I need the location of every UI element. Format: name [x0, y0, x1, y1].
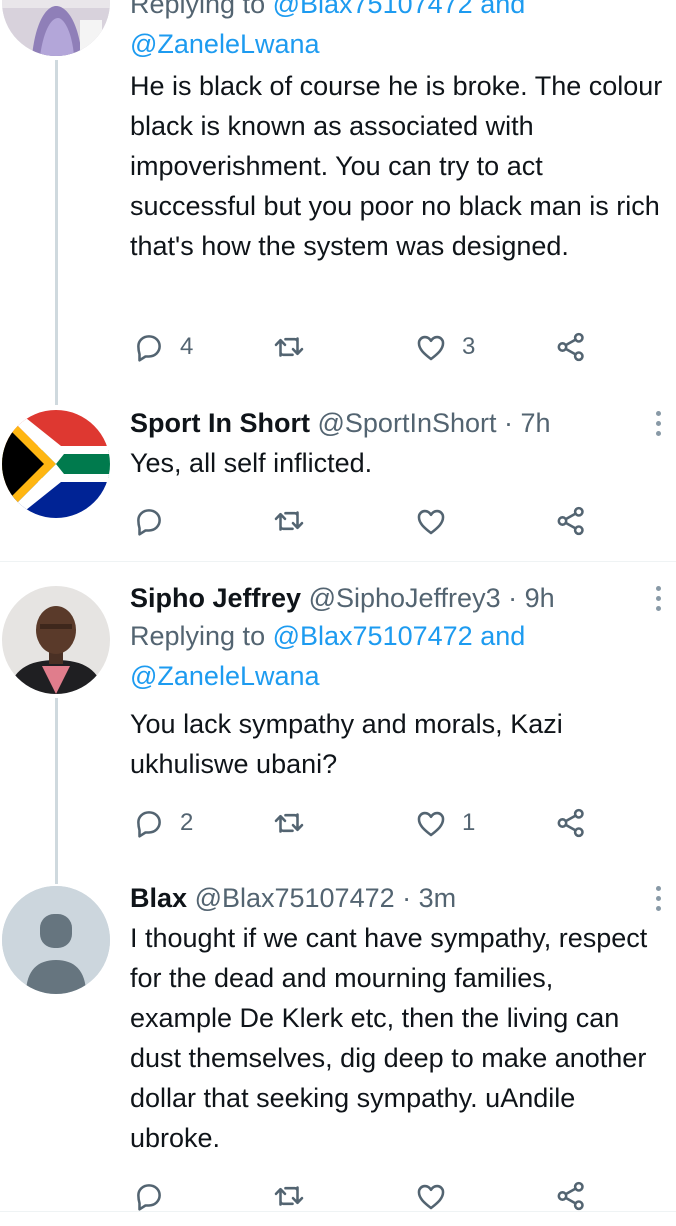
- reply-and: and: [480, 0, 526, 19]
- divider: [0, 1211, 676, 1212]
- thread-line: [55, 698, 58, 884]
- tweet-actions: [130, 1176, 610, 1216]
- separator-dot: ·: [508, 583, 518, 613]
- heart-icon: [417, 811, 445, 837]
- reply-icon: [137, 335, 161, 362]
- like-count: 1: [462, 809, 476, 836]
- reply-and: and: [480, 621, 526, 651]
- tweet-header: Blax @Blax75107472 · 3m: [130, 880, 676, 916]
- retweet-icon: [274, 511, 304, 531]
- retweet-icon: [274, 813, 304, 833]
- south-africa-flag-avatar: [2, 410, 110, 518]
- tweet-4[interactable]: Blax @Blax75107472 · 3m I thought if we …: [0, 862, 676, 1226]
- display-name[interactable]: Sport In Short: [130, 408, 310, 438]
- tweet-2[interactable]: Sport In Short @SportInShort · 7h Yes, a…: [0, 385, 676, 560]
- share-button[interactable]: [554, 327, 588, 367]
- share-icon: [557, 506, 584, 536]
- user-photo: [2, 586, 110, 694]
- share-button[interactable]: [554, 803, 588, 843]
- more-options-button[interactable]: [648, 580, 668, 616]
- avatar[interactable]: [2, 586, 110, 694]
- retweet-icon: [274, 337, 304, 357]
- mention-link[interactable]: @Blax75107472: [273, 0, 473, 19]
- mention-link[interactable]: @Blax75107472: [273, 621, 473, 651]
- default-profile-icon: [2, 886, 110, 994]
- reply-icon: [137, 811, 161, 838]
- display-name[interactable]: Sipho Jeffrey: [130, 583, 301, 613]
- like-button[interactable]: 3: [414, 327, 475, 367]
- more-vertical-icon: [655, 410, 661, 416]
- avatar[interactable]: [2, 886, 110, 994]
- heart-icon: [417, 335, 445, 361]
- share-icon: [557, 1181, 584, 1211]
- reply-count: 2: [180, 809, 194, 836]
- timestamp[interactable]: 3m: [419, 883, 457, 913]
- retweet-button[interactable]: [272, 501, 320, 541]
- user-handle[interactable]: @SportInShort: [318, 408, 497, 438]
- tweet-actions: 4 3: [130, 327, 610, 367]
- user-handle[interactable]: @SiphoJeffrey3: [309, 583, 501, 613]
- share-button[interactable]: [554, 501, 588, 541]
- retweet-button[interactable]: [272, 327, 320, 367]
- like-button[interactable]: [414, 501, 462, 541]
- mention-link[interactable]: @ZaneleLwana: [130, 661, 320, 691]
- user-photo: [2, 0, 110, 56]
- reply-button[interactable]: 4: [132, 327, 193, 367]
- more-vertical-icon: [655, 885, 661, 891]
- more-options-button[interactable]: [648, 880, 668, 916]
- tweet-actions: [130, 501, 610, 541]
- separator-dot: ·: [402, 883, 412, 913]
- avatar[interactable]: [2, 0, 110, 56]
- more-options-button[interactable]: [648, 405, 668, 441]
- share-button[interactable]: [554, 1176, 588, 1216]
- user-handle[interactable]: @Blax75107472: [195, 883, 395, 913]
- like-count: 3: [462, 333, 476, 360]
- tweet-header: Sipho Jeffrey @SiphoJeffrey3 · 9h: [130, 580, 676, 616]
- reply-button[interactable]: 2: [132, 803, 193, 843]
- tweet-text: I thought if we cant have sympathy, resp…: [130, 923, 648, 1153]
- replying-to: Replying to @Blax75107472 and @ZaneleLwa…: [130, 0, 676, 64]
- tweet-text: Yes, all self inflicted.: [130, 448, 373, 478]
- mention-link[interactable]: @ZaneleLwana: [130, 29, 320, 59]
- avatar[interactable]: [2, 410, 110, 518]
- like-button[interactable]: [414, 1176, 462, 1216]
- share-icon: [557, 332, 584, 362]
- reply-icon: [137, 1184, 161, 1211]
- tweet-text: You lack sympathy and morals, Kazi ukhul…: [130, 709, 563, 779]
- like-button[interactable]: 1: [414, 803, 475, 843]
- timestamp[interactable]: 7h: [521, 408, 551, 438]
- tweet-text: He is black of course he is broke. The c…: [130, 71, 663, 261]
- reply-button[interactable]: [132, 501, 180, 541]
- reply-count: 4: [180, 333, 194, 360]
- retweet-icon: [274, 1186, 304, 1206]
- tweet-actions: 2 1: [130, 803, 610, 843]
- replying-to: Replying to @Blax75107472 and @ZaneleLwa…: [130, 616, 676, 696]
- thread-line: [55, 60, 58, 405]
- timestamp[interactable]: 9h: [525, 583, 555, 613]
- reply-icon: [137, 509, 161, 536]
- separator-dot: ·: [504, 408, 514, 438]
- reply-button[interactable]: [132, 1176, 180, 1216]
- retweet-button[interactable]: [272, 803, 320, 843]
- retweet-button[interactable]: [272, 1176, 320, 1216]
- heart-icon: [417, 1184, 445, 1210]
- replying-to-label: Replying to: [130, 621, 266, 651]
- tweet-1[interactable]: Replying to @Blax75107472 and @ZaneleLwa…: [0, 0, 676, 405]
- display-name[interactable]: Blax: [130, 883, 187, 913]
- share-icon: [557, 808, 584, 838]
- tweet-header: Sport In Short @SportInShort · 7h: [130, 405, 676, 441]
- tweet-3[interactable]: Sipho Jeffrey @SiphoJeffrey3 · 9h Replyi…: [0, 562, 676, 884]
- replying-to-label: Replying to: [130, 0, 266, 19]
- heart-icon: [417, 509, 445, 535]
- more-vertical-icon: [655, 585, 661, 591]
